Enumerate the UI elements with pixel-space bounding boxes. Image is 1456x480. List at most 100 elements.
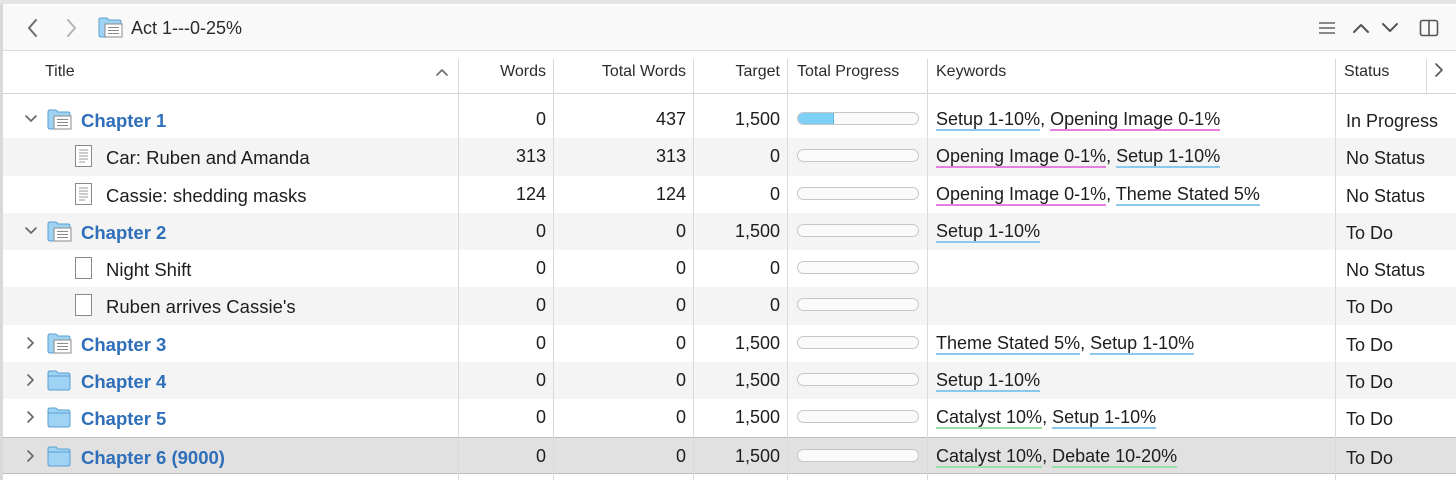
keyword-tag[interactable]: Setup 1-10% [936,370,1041,393]
progress-bar [797,149,919,163]
list-menu-button[interactable] [1314,15,1340,41]
keyword-tag[interactable]: Setup 1-10% [1116,146,1221,169]
column-divider [927,59,928,93]
keyword-tag[interactable]: Theme Stated 5% [1115,183,1260,206]
outline-header-bar: Act 1---0-25% [3,5,1456,51]
row-title[interactable]: Chapter 2 [81,213,166,253]
column-divider [1426,59,1427,93]
column-header-total-progress[interactable]: Total Progress [797,51,899,93]
chapter-row[interactable]: Chapter 4 0 0 1,500 Setup 1-10% To Do [3,362,1456,402]
target-cell: 0 [769,146,780,167]
disclosure-collapsed-icon[interactable] [23,335,39,351]
progress-bar [797,223,919,237]
column-header-target[interactable]: Target [694,51,780,93]
keywords-cell[interactable]: Theme Stated 5%, Setup 1-10% [936,325,1195,362]
keyword-tag[interactable]: Setup 1-10% [1052,407,1157,430]
words-cell: 0 [535,370,546,391]
split-view-icon [1419,19,1439,37]
forward-button[interactable] [57,14,85,42]
target-cell: 0 [769,295,780,316]
progress-bar [797,112,919,125]
chapter-row[interactable]: Chapter 6 (9000) 0 0 1,500 Catalyst 10%, Deb… [3,436,1456,475]
chapter-row[interactable]: Chapter 2 0 0 1,500 Setup 1-10% To Do [3,212,1456,253]
status-cell[interactable]: No Status [1346,250,1425,290]
chapter-row[interactable]: Chapter 1 0 437 1,500 Setup 1-10%, Opening I… [3,101,1456,138]
keyword-tag[interactable]: Setup 1-10% [1090,332,1195,355]
keywords-cell[interactable]: Setup 1-10% [936,213,1041,250]
status-cell[interactable]: To Do [1346,362,1393,402]
row-title[interactable]: Chapter 3 [81,325,166,365]
column-line [693,93,694,480]
keywords-cell[interactable]: Opening Image 0-1%, Theme Stated 5% [936,176,1260,213]
chapter-row[interactable]: Chapter 3 0 0 1,500 Theme Stated 5%, Setup 1… [3,325,1456,362]
folder-text-icon [98,16,124,43]
keywords-cell[interactable]: Setup 1-10% [936,362,1041,399]
row-title[interactable]: Chapter 6 (9000) [81,438,225,478]
row-title[interactable]: Chapter 4 [81,362,166,402]
row-title[interactable]: Chapter 5 [81,399,166,439]
more-columns-button[interactable] [1433,61,1445,84]
keyword-tag[interactable]: Theme Stated 5% [936,332,1081,355]
status-cell[interactable]: No Status [1346,138,1425,178]
chevron-right-icon [67,19,76,37]
row-title[interactable]: Night Shift [106,250,191,290]
document-row[interactable]: Car: Ruben and Amanda 313 313 0 Opening Imag… [3,138,1456,178]
keyword-tag[interactable]: Opening Image 0-1% [936,146,1107,169]
words-cell: 0 [535,258,546,279]
folder-text-icon [47,331,73,360]
disclosure-collapsed-icon[interactable] [23,372,39,388]
keyword-tag[interactable]: Opening Image 0-1% [1050,109,1221,131]
folder-text-icon [47,107,73,136]
row-title[interactable]: Car: Ruben and Amanda [106,138,310,178]
list-icon [1319,22,1335,34]
keyword-tag[interactable]: Opening Image 0-1% [936,183,1107,206]
status-cell[interactable]: To Do [1346,399,1393,439]
status-cell[interactable]: To Do [1346,325,1393,365]
keywords-cell[interactable]: Catalyst 10%, Setup 1-10% [936,399,1157,436]
keyword-tag[interactable]: Setup 1-10% [936,109,1041,131]
previous-item-button[interactable] [1348,15,1374,41]
keyword-tag[interactable]: Catalyst 10% [936,407,1043,430]
outline-rows: Chapter 1 0 437 1,500 Setup 1-10%, Opening I… [3,101,1456,474]
total-words-cell: 0 [675,258,686,279]
row-title[interactable]: Ruben arrives Cassie's [106,287,296,327]
status-cell[interactable]: To Do [1346,213,1393,253]
disclosure-collapsed-icon[interactable] [23,448,39,464]
column-header-keywords[interactable]: Keywords [936,51,1006,93]
chapter-row[interactable]: Chapter 5 0 0 1,500 Catalyst 10%, Setup 1-10… [3,399,1456,436]
column-divider [787,59,788,93]
row-title[interactable]: Chapter 1 [81,101,166,141]
disclosure-collapsed-icon[interactable] [23,409,39,425]
document-row[interactable]: Ruben arrives Cassie's 0 0 0 To Do [3,287,1456,327]
disclosure-expanded-icon[interactable] [23,223,39,239]
keywords-cell[interactable]: Catalyst 10%, Debate 10-20% [936,438,1178,475]
document-row[interactable]: Cassie: shedding masks 124 124 0 Opening Ima… [3,176,1456,213]
status-cell[interactable]: No Status [1346,176,1425,216]
column-header-total-words[interactable]: Total Words [554,51,686,93]
status-cell[interactable]: In Progress [1346,101,1438,141]
keywords-cell[interactable]: Setup 1-10%, Opening Image 0-1% [936,101,1221,138]
column-header-status[interactable]: Status [1344,51,1389,93]
progress-bar [797,186,919,200]
document-text-icon [74,182,94,211]
keyword-tag[interactable]: Setup 1-10% [936,220,1041,243]
sort-ascending-icon[interactable] [435,65,449,83]
target-cell: 1,500 [734,407,780,428]
total-words-cell: 0 [675,407,686,428]
next-item-button[interactable] [1377,15,1403,41]
keyword-tag[interactable]: Catalyst 10% [936,445,1043,468]
disclosure-expanded-icon[interactable] [23,111,39,127]
keywords-cell[interactable]: Opening Image 0-1%, Setup 1-10% [936,138,1221,175]
back-button[interactable] [19,14,47,42]
status-cell[interactable]: To Do [1346,438,1393,478]
keyword-separator: , [1042,407,1053,428]
target-cell: 1,500 [734,332,780,353]
chevron-up-icon [1353,24,1369,33]
split-view-button[interactable] [1416,15,1442,41]
column-header-words[interactable]: Words [459,51,546,93]
row-title[interactable]: Cassie: shedding masks [106,176,307,216]
column-header-title[interactable]: Title [45,51,75,93]
keyword-tag[interactable]: Debate 10-20% [1052,445,1178,468]
status-cell[interactable]: To Do [1346,287,1393,327]
document-row[interactable]: Night Shift 0 0 0 No Status [3,250,1456,287]
